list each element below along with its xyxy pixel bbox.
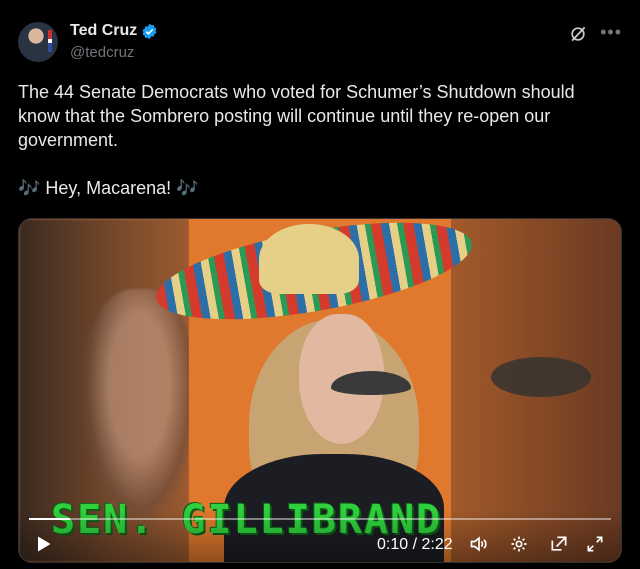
progress-bar[interactable]: [29, 518, 611, 520]
picture-in-picture-icon[interactable]: [549, 534, 569, 554]
verified-badge-icon: [142, 23, 157, 39]
author-handle[interactable]: @tedcruz: [70, 44, 134, 61]
video-time: 0:10 / 2:22: [377, 536, 453, 553]
video-player[interactable]: SEN. GILLIBRAND 0:10 / 2:22: [18, 218, 622, 563]
author-name-row: Ted Cruz: [70, 22, 158, 40]
more-icon[interactable]: •••: [600, 22, 622, 43]
video-controls: 0:10 / 2:22: [19, 510, 621, 562]
volume-icon[interactable]: [469, 534, 489, 554]
play-icon[interactable]: [33, 534, 53, 554]
tweet-text: The 44 Senate Democrats who voted for Sc…: [18, 82, 575, 198]
mustache-overlay-blurred: [491, 357, 591, 397]
sombrero-crown: [259, 224, 359, 294]
author-name[interactable]: Ted Cruz: [70, 22, 137, 40]
settings-icon[interactable]: [509, 534, 529, 554]
tweet-header: Ted Cruz @tedcruz •••: [18, 20, 622, 64]
progress-fill: [29, 518, 70, 520]
grok-icon[interactable]: [568, 24, 588, 44]
avatar[interactable]: [18, 22, 58, 62]
fullscreen-icon[interactable]: [585, 534, 605, 554]
